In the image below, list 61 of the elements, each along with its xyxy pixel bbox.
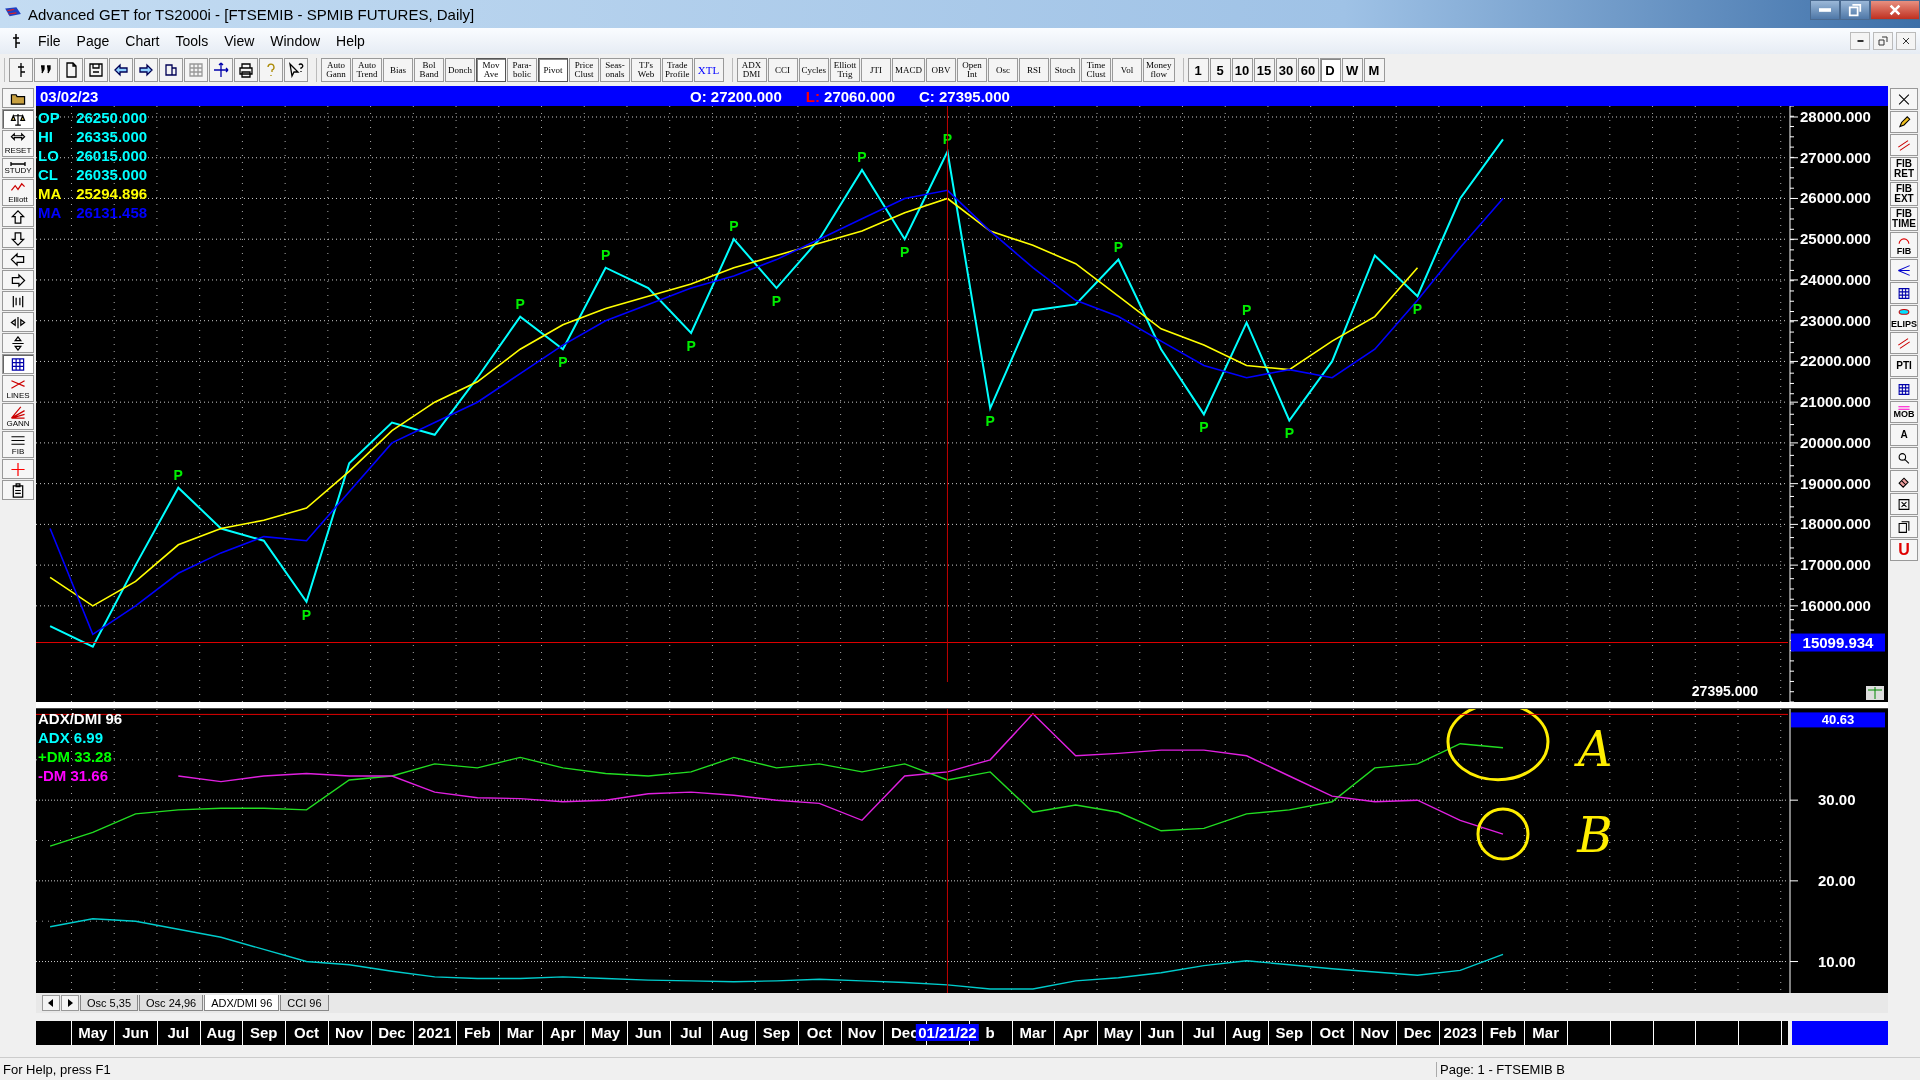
axis-label: 30.00 xyxy=(1818,791,1856,809)
pivot-marker: P xyxy=(1241,301,1252,318)
legend-entry: CL 26035.000 xyxy=(38,165,148,184)
legend-entry: OP 26250.000 xyxy=(38,108,148,127)
date-label: 03/02/23 xyxy=(39,87,100,105)
pivot-marker: P xyxy=(558,354,568,371)
date-axis-label: Jul xyxy=(1191,1024,1217,1041)
axis-label: 24000.000 xyxy=(1800,270,1871,288)
price-field: C: 27395.000 xyxy=(919,87,1010,105)
pivot-marker: P xyxy=(1412,301,1423,318)
date-axis-label: Jul xyxy=(165,1024,192,1041)
axis-label: 20000.000 xyxy=(1800,433,1871,451)
status-text: For Help, press F1 xyxy=(2,1061,111,1077)
legend-entry: ADX/DMI 96 xyxy=(38,709,123,728)
date-axis-label: 01/21/22 xyxy=(916,1024,979,1041)
legend-entry: +DM 33.28 xyxy=(38,747,113,766)
legend-entry: MA 26131.458 xyxy=(38,203,148,222)
pivot-marker: P xyxy=(600,246,611,263)
pivot-marker: P xyxy=(857,148,867,165)
pivot-marker: P xyxy=(729,218,739,235)
pivot-marker: P xyxy=(1199,419,1209,436)
pivot-marker: P xyxy=(900,244,910,261)
pivot-marker: P xyxy=(1284,425,1294,442)
axis-label: 28000.000 xyxy=(1800,108,1871,125)
axis-label: 23000.000 xyxy=(1800,311,1871,329)
legend-entry: -DM 31.66 xyxy=(38,766,110,785)
pivot-marker: P xyxy=(173,466,183,483)
axis-label: 27000.000 xyxy=(1800,148,1871,166)
pivot-marker: P xyxy=(686,337,696,354)
status-page: Page: 1 - FTSEMIB B xyxy=(1436,1061,1920,1077)
ref-line-label: 40.63 xyxy=(1821,712,1855,728)
last-price-label: 27395.000 xyxy=(1691,683,1758,699)
axis-label: 20.00 xyxy=(1818,871,1856,889)
axis-label: 22000.000 xyxy=(1800,352,1871,370)
pivot-marker: P xyxy=(301,606,312,623)
date-axis-label: b xyxy=(983,1024,997,1041)
price-field: O: 27200.000 xyxy=(690,87,782,105)
level-tag: 40.63 xyxy=(1791,712,1885,728)
date-axis-label: Feb xyxy=(1487,1024,1519,1041)
legend-entry: HI 26335.000 xyxy=(38,127,148,146)
date-axis-label: Feb xyxy=(462,1024,493,1041)
legend-entry: ADX 6.99 xyxy=(38,728,105,747)
axis-label: 21000.000 xyxy=(1800,393,1871,411)
axis-label: 16000.000 xyxy=(1800,596,1871,614)
legend-entry: LO 26015.000 xyxy=(38,146,148,165)
axis-label: 19000.000 xyxy=(1800,474,1871,492)
window-title: Advanced GET for TS2000i - [FTSEMIB - SPMIB FUTURES, Daily] xyxy=(28,5,475,23)
ref-line-label: 15099.934 xyxy=(1802,633,1875,651)
price-field: L: 27060.000 xyxy=(805,87,895,105)
pivot-marker: P xyxy=(1113,238,1124,255)
pivot-marker: P xyxy=(771,293,782,310)
axis-label: 26000.000 xyxy=(1800,189,1871,207)
pivot-marker: P xyxy=(515,295,525,312)
hand-drawn-letter: B xyxy=(1577,807,1613,864)
legend-entry: MA 25294.896 xyxy=(38,184,148,203)
axis-label: 25000.000 xyxy=(1800,230,1871,248)
axis-label: 10.00 xyxy=(1818,952,1856,970)
axis-label: 17000.000 xyxy=(1800,556,1871,574)
date-axis-label: Jul xyxy=(678,1024,704,1041)
axis-label: 18000.000 xyxy=(1800,515,1871,533)
pivot-marker: P xyxy=(985,413,995,430)
